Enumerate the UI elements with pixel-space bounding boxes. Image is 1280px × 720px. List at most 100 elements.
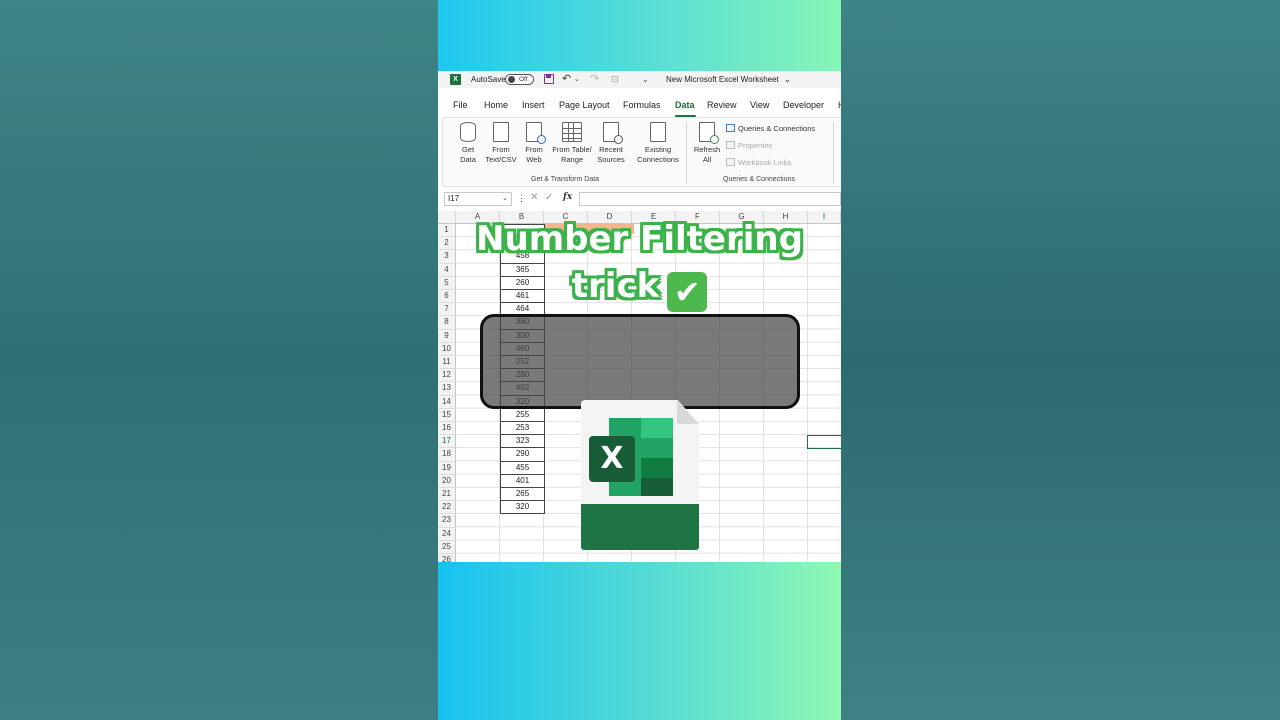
background-right	[841, 0, 1280, 720]
cell-b[interactable]: 265	[500, 488, 545, 502]
refresh-all-button[interactable]: Refresh All	[692, 122, 722, 165]
from-table-range-button[interactable]: From Table/ Range	[549, 122, 595, 165]
row-header[interactable]: 10	[438, 342, 456, 356]
refresh-file-icon	[699, 122, 719, 144]
workbook-links-button[interactable]: Workbook Links	[726, 158, 791, 167]
row-header[interactable]: 14	[438, 395, 456, 409]
quick-access-icon[interactable]: ⊡	[611, 71, 619, 88]
row-header[interactable]: 24	[438, 527, 456, 541]
ribbon-separator	[686, 122, 687, 184]
selected-cell[interactable]	[807, 435, 841, 449]
row-header[interactable]: 18	[438, 448, 456, 462]
ribbon-separator-end	[833, 122, 834, 184]
row-header[interactable]: 16	[438, 422, 456, 436]
name-box[interactable]: I17 ⌄	[444, 192, 512, 206]
cell-b[interactable]: 290	[500, 448, 545, 462]
tab-file[interactable]: File	[453, 100, 468, 110]
get-data-label: Get Data	[460, 145, 476, 164]
row-header[interactable]: 20	[438, 474, 456, 488]
row-header[interactable]: 17	[438, 435, 456, 449]
ribbon-data: Get Data From Text/CSV From Web From Tab…	[442, 117, 841, 187]
redo-icon[interactable]: ↷	[590, 71, 599, 88]
background-left	[0, 0, 438, 720]
insert-function-icon[interactable]: fx	[563, 192, 572, 202]
from-web-label: From Web	[525, 145, 543, 164]
row-header[interactable]: 9	[438, 329, 456, 343]
tab-view[interactable]: View	[750, 100, 769, 110]
row-header[interactable]: 22	[438, 501, 456, 515]
from-web-button[interactable]: From Web	[519, 122, 549, 165]
connections-file-icon	[650, 122, 666, 142]
row-header[interactable]: 23	[438, 514, 456, 528]
queries-icon	[726, 124, 735, 132]
overlay-title-line1: Number Filtering	[476, 219, 803, 259]
ribbon-tabs: File Home Insert Page Layout Formulas Da…	[438, 98, 841, 117]
row-header[interactable]: 26	[438, 554, 456, 562]
properties-button[interactable]: Properties	[726, 141, 772, 150]
table-icon	[562, 122, 582, 142]
enter-icon[interactable]: ✓	[545, 192, 553, 203]
excel-app-icon: X	[450, 74, 461, 85]
group-label-queries: Queries & Connections	[723, 176, 795, 183]
text-file-icon	[493, 122, 509, 142]
title-bar: X AutoSave Off ↶ ⌄ ↷ ⊡ ⌄ New Microsoft E…	[438, 71, 841, 88]
queries-connections-button[interactable]: Queries & Connections	[726, 124, 815, 133]
undo-dropdown-icon[interactable]: ⌄	[574, 71, 580, 88]
excel-logo-icon: X	[581, 400, 699, 550]
more-options-icon[interactable]: ⋮	[517, 193, 526, 204]
from-text-csv-button[interactable]: From Text/CSV	[481, 122, 521, 165]
workbook-links-icon	[726, 158, 735, 166]
tab-page-layout[interactable]: Page Layout	[559, 100, 610, 110]
row-header[interactable]: 19	[438, 461, 456, 475]
undo-icon[interactable]: ↶	[562, 71, 571, 88]
autosave-toggle[interactable]: Off	[505, 74, 534, 85]
tab-help[interactable]: H	[838, 100, 841, 110]
web-file-icon	[526, 122, 546, 144]
tab-insert[interactable]: Insert	[522, 100, 545, 110]
existing-connections-label: Existing Connections	[637, 145, 679, 164]
get-data-button[interactable]: Get Data	[451, 122, 485, 165]
tab-review[interactable]: Review	[707, 100, 737, 110]
cell-b[interactable]: 253	[500, 422, 545, 436]
database-icon	[460, 122, 476, 142]
save-icon[interactable]	[544, 74, 554, 84]
overlay-title-trick: trick	[571, 266, 660, 306]
tab-formulas[interactable]: Formulas	[623, 100, 661, 110]
cell-b[interactable]: 401	[500, 474, 545, 488]
row-header[interactable]: 15	[438, 408, 456, 422]
tab-home[interactable]: Home	[484, 100, 508, 110]
recent-file-icon	[603, 122, 623, 144]
cell-b[interactable]: 255	[500, 408, 545, 422]
tab-developer[interactable]: Developer	[783, 100, 824, 110]
row-header[interactable]: 13	[438, 382, 456, 396]
cell-b[interactable]: 455	[500, 461, 545, 475]
logo-base	[581, 504, 699, 550]
cell-b[interactable]: 320	[500, 501, 545, 515]
filter-highlight-box	[480, 314, 800, 409]
recent-sources-label: Recent Sources	[597, 145, 625, 164]
overlay-title-line2: trick ✔	[438, 264, 841, 312]
formula-input[interactable]	[579, 192, 841, 206]
properties-label: Properties	[738, 141, 773, 150]
row-header[interactable]: 11	[438, 356, 456, 370]
name-box-dropdown-icon[interactable]: ⌄	[502, 193, 508, 205]
refresh-icon	[710, 135, 719, 144]
from-text-csv-label: From Text/CSV	[485, 145, 517, 164]
globe-icon	[537, 135, 546, 144]
video-frame: X AutoSave Off ↶ ⌄ ↷ ⊡ ⌄ New Microsoft E…	[438, 0, 841, 720]
formula-bar: I17 ⌄ ⋮ ✕ ✓ fx	[438, 191, 841, 208]
title-dropdown-icon[interactable]: ⌄	[784, 71, 791, 88]
row-header[interactable]: 21	[438, 488, 456, 502]
toggle-knob	[508, 76, 515, 83]
document-title: New Microsoft Excel Worksheet	[666, 75, 779, 84]
tab-data[interactable]: Data	[675, 100, 695, 110]
row-header[interactable]: 8	[438, 316, 456, 330]
cell-b[interactable]: 323	[500, 435, 545, 449]
row-header[interactable]: 12	[438, 369, 456, 383]
recent-sources-button[interactable]: Recent Sources	[593, 122, 629, 165]
existing-connections-button[interactable]: Existing Connections	[633, 122, 683, 165]
customize-toolbar-icon[interactable]: ⌄	[642, 71, 649, 88]
cancel-icon[interactable]: ✕	[530, 192, 538, 203]
row-header[interactable]: 25	[438, 540, 456, 554]
queries-connections-label: Queries & Connections	[738, 124, 816, 133]
